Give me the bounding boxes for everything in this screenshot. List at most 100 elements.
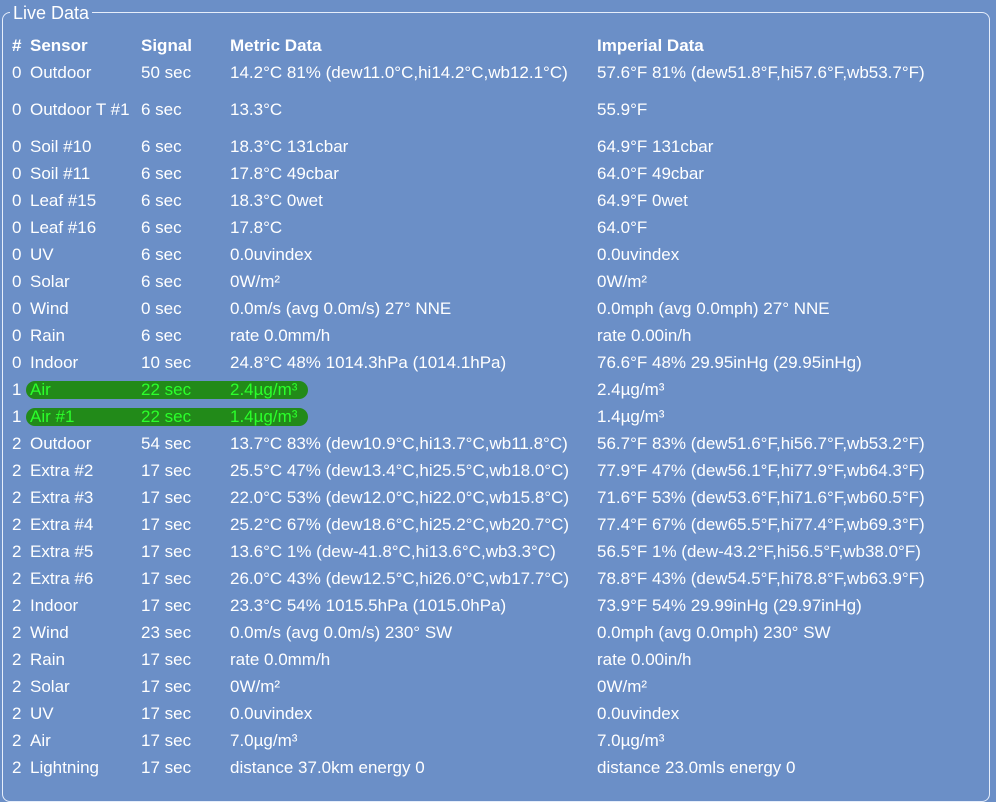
row-imperial: 78.8°F 43% (dew54.5°F,hi78.8°F,wb63.9°F) <box>597 568 925 588</box>
row-sensor: Lightning <box>30 757 100 777</box>
row-num: 2 <box>12 676 22 696</box>
row-metric: 13.3°C <box>230 99 283 119</box>
row-signal: 17 sec <box>141 730 192 750</box>
row-imperial: 76.6°F 48% 29.95inHg (29.95inHg) <box>597 352 862 372</box>
row-sensor: Rain <box>30 325 65 345</box>
row-sensor: UV <box>30 703 54 723</box>
row-metric: 7.0µg/m³ <box>230 730 298 750</box>
row-num: 0 <box>12 163 22 183</box>
row-sensor: Indoor <box>30 595 79 615</box>
row-imperial: 64.9°F 0wet <box>597 190 688 210</box>
row-imperial: 73.9°F 54% 29.99inHg (29.97inHg) <box>597 595 862 615</box>
row-signal: 54 sec <box>141 433 192 453</box>
row-metric: 18.3°C 131cbar <box>230 136 349 156</box>
row-metric: 25.5°C 47% (dew13.4°C,hi25.5°C,wb18.0°C) <box>230 460 570 480</box>
row-signal: 17 sec <box>141 487 192 507</box>
row-metric: 13.6°C 1% (dew-41.8°C,hi13.6°C,wb3.3°C) <box>230 541 556 561</box>
table-row: 2 Air 17 sec 7.0µg/m³ 7.0µg/m³ <box>12 727 977 754</box>
table-row: 2 Extra #5 17 sec 13.6°C 1% (dew-41.8°C,hi1… <box>12 538 977 565</box>
row-metric: 0.0m/s (avg 0.0m/s) 27° NNE <box>230 298 452 318</box>
header-sensor: Sensor <box>30 36 88 55</box>
row-imperial: 77.9°F 47% (dew56.1°F,hi77.9°F,wb64.3°F) <box>597 460 925 480</box>
row-num: 2 <box>12 460 22 480</box>
row-metric: 18.3°C 0wet <box>230 190 323 210</box>
row-metric: 25.2°C 67% (dew18.6°C,hi25.2°C,wb20.7°C) <box>230 514 570 534</box>
row-imperial: 55.9°F <box>597 99 648 119</box>
row-signal: 22 sec <box>141 406 192 426</box>
row-signal: 6 sec <box>141 99 182 119</box>
row-signal: 6 sec <box>141 244 182 264</box>
row-num: 0 <box>12 136 22 156</box>
row-signal: 17 sec <box>141 676 192 696</box>
row-signal: 0 sec <box>141 298 182 318</box>
row-imperial: 0.0uvindex <box>597 703 680 723</box>
row-metric: 2.4µg/m³ <box>230 379 298 399</box>
row-imperial: 64.0°F 49cbar <box>597 163 704 183</box>
row-num: 1 <box>12 379 22 399</box>
row-imperial: 2.4µg/m³ <box>597 379 665 399</box>
table-row: 0 Indoor 10 sec 24.8°C 48% 1014.3hPa (1014.… <box>12 349 977 376</box>
row-signal: 6 sec <box>141 271 182 291</box>
table-row: 0 Leaf #16 6 sec 17.8°C 64.0°F <box>12 214 977 241</box>
row-sensor: Solar <box>30 676 70 696</box>
row-sensor: Extra #3 <box>30 487 94 507</box>
row-signal: 6 sec <box>141 325 182 345</box>
row-sensor: Air <box>30 379 51 399</box>
table-row: 0 Wind 0 sec 0.0m/s (avg 0.0m/s) 27° NNE 0.0… <box>12 295 977 322</box>
row-sensor: Outdoor <box>30 62 92 82</box>
row-imperial: 64.0°F <box>597 217 648 237</box>
row-metric: 24.8°C 48% 1014.3hPa (1014.1hPa) <box>230 352 507 372</box>
row-sensor: Outdoor T #1 <box>30 99 130 119</box>
row-signal: 6 sec <box>141 136 182 156</box>
row-sensor: Wind <box>30 298 69 318</box>
row-sensor: Air #1 <box>30 406 75 426</box>
row-num: 0 <box>12 217 22 237</box>
row-sensor: Extra #2 <box>30 460 94 480</box>
row-imperial: 0.0mph (avg 0.0mph) 230° SW <box>597 622 831 642</box>
row-metric: 0.0uvindex <box>230 703 313 723</box>
row-imperial: 64.9°F 131cbar <box>597 136 714 156</box>
row-num: 2 <box>12 757 22 777</box>
row-sensor: Wind <box>30 622 69 642</box>
row-signal: 17 sec <box>141 568 192 588</box>
row-num: 2 <box>12 433 22 453</box>
table-row: 2 Rain 17 sec rate 0.0mm/h rate 0.00in/h <box>12 646 977 673</box>
row-sensor: Extra #5 <box>30 541 94 561</box>
table-header-row: # Sensor Signal Metric Data Imperial Dat… <box>12 33 977 59</box>
table-row: 0 Soil #11 6 sec 17.8°C 49cbar 64.0°F 49cbar <box>12 160 977 187</box>
row-num: 2 <box>12 703 22 723</box>
table-row: 2 Wind 23 sec 0.0m/s (avg 0.0m/s) 230° SW 0.… <box>12 619 977 646</box>
table-row: 0 Outdoor T #1 6 sec 13.3°C 55.9°F <box>12 86 977 133</box>
table-row: 0 Rain 6 sec rate 0.0mm/h rate 0.00in/h <box>12 322 977 349</box>
row-sensor: UV <box>30 244 54 264</box>
table-row: 2 Solar 17 sec 0W/m² 0W/m² <box>12 673 977 700</box>
row-signal: 6 sec <box>141 163 182 183</box>
header-metric: Metric Data <box>230 36 322 55</box>
row-sensor: Extra #6 <box>30 568 94 588</box>
row-metric: 13.7°C 83% (dew10.9°C,hi13.7°C,wb11.8°C) <box>230 433 568 453</box>
row-sensor: Soil #11 <box>30 163 91 183</box>
row-sensor: Air <box>30 730 51 750</box>
row-sensor: Solar <box>30 271 70 291</box>
row-num: 0 <box>12 271 22 291</box>
table-row: 0 Solar 6 sec 0W/m² 0W/m² <box>12 268 977 295</box>
row-num: 2 <box>12 649 22 669</box>
row-signal: 10 sec <box>141 352 192 372</box>
row-metric: distance 37.0km energy 0 <box>230 757 425 777</box>
row-num: 2 <box>12 622 22 642</box>
row-imperial: 1.4µg/m³ <box>597 406 665 426</box>
row-signal: 6 sec <box>141 190 182 210</box>
row-sensor: Leaf #15 <box>30 190 97 210</box>
row-metric: 0W/m² <box>230 676 281 696</box>
row-metric: rate 0.0mm/h <box>230 325 331 345</box>
row-num: 0 <box>12 325 22 345</box>
row-num: 0 <box>12 99 22 119</box>
row-sensor: Soil #10 <box>30 136 92 156</box>
row-imperial: 0W/m² <box>597 676 648 696</box>
row-metric: 1.4µg/m³ <box>230 406 298 426</box>
header-imperial: Imperial Data <box>597 36 704 55</box>
row-signal: 17 sec <box>141 514 192 534</box>
row-metric: 17.8°C <box>230 217 283 237</box>
row-num: 1 <box>12 406 22 426</box>
row-num: 0 <box>12 352 22 372</box>
